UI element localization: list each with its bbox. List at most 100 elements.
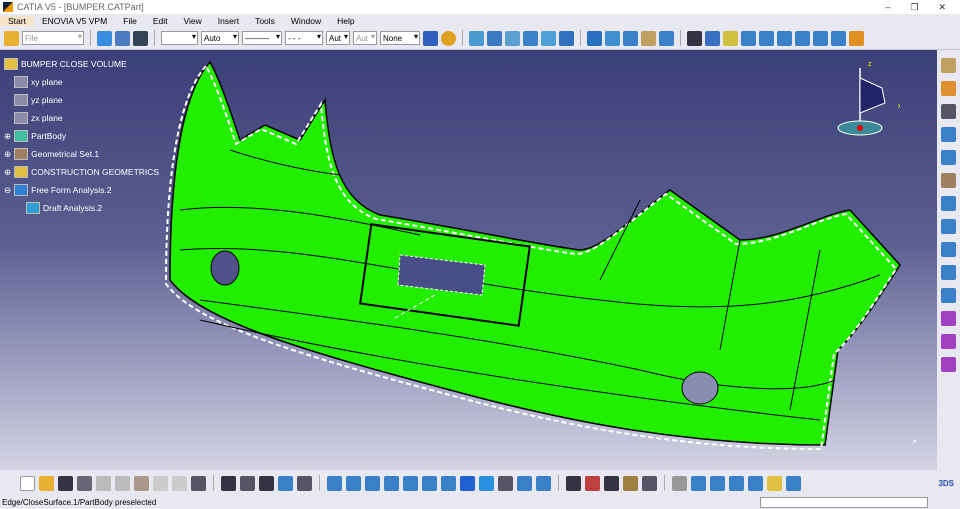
join-icon[interactable] bbox=[587, 30, 602, 46]
multi-view-icon[interactable] bbox=[460, 475, 475, 491]
expand-icon[interactable]: ⊕ bbox=[4, 167, 11, 178]
split-icon[interactable] bbox=[605, 30, 620, 46]
paste-icon[interactable] bbox=[134, 475, 149, 491]
analysis-tool-icon[interactable] bbox=[604, 475, 619, 491]
dimension-icon[interactable] bbox=[585, 475, 600, 491]
fly-mode-icon[interactable] bbox=[327, 475, 342, 491]
sweep-icon[interactable] bbox=[523, 30, 538, 46]
menu-window[interactable]: Window bbox=[283, 16, 329, 26]
line-type-combo[interactable]: ——— bbox=[242, 31, 282, 45]
graph-icon[interactable] bbox=[115, 30, 130, 46]
tree-item-xy-plane[interactable]: xy plane bbox=[4, 73, 159, 91]
offset-icon[interactable] bbox=[941, 219, 956, 234]
tree-item-draft-analysis[interactable]: Draft Analysis.2 bbox=[4, 199, 159, 217]
axis-system-icon[interactable] bbox=[813, 30, 828, 46]
layer-combo-2[interactable]: Aut bbox=[353, 31, 377, 45]
fill-icon[interactable] bbox=[541, 30, 556, 46]
hierarchy-icon[interactable] bbox=[278, 475, 293, 491]
menu-tools[interactable]: Tools bbox=[247, 16, 283, 26]
expand-icon[interactable]: ⊕ bbox=[4, 149, 11, 160]
color-combo[interactable] bbox=[161, 31, 198, 45]
formula-icon[interactable] bbox=[221, 475, 236, 491]
tree-item-construction-geometrics[interactable]: ⊕ CONSTRUCTION GEOMETRICS bbox=[4, 163, 159, 181]
intersection-icon[interactable] bbox=[759, 30, 774, 46]
collapse-icon[interactable]: ⊖ bbox=[4, 185, 11, 196]
save-icon[interactable] bbox=[58, 475, 73, 491]
tree-item-partbody[interactable]: ⊕ PartBody bbox=[4, 127, 159, 145]
blend-icon[interactable] bbox=[941, 242, 956, 257]
swap-space-icon[interactable] bbox=[536, 475, 551, 491]
rotate-icon[interactable] bbox=[384, 475, 399, 491]
menu-start[interactable]: Start bbox=[0, 15, 34, 26]
menu-insert[interactable]: Insert bbox=[210, 16, 247, 26]
spline-icon[interactable] bbox=[795, 30, 810, 46]
open-icon[interactable] bbox=[39, 475, 54, 491]
highlight-icon[interactable] bbox=[767, 475, 782, 491]
open-folder-icon[interactable] bbox=[4, 30, 19, 46]
layer-icon[interactable] bbox=[786, 475, 801, 491]
whats-this-icon[interactable] bbox=[133, 30, 148, 46]
snap-icon[interactable] bbox=[672, 475, 687, 491]
select-arrow-icon[interactable] bbox=[941, 81, 956, 96]
pattern-icon[interactable] bbox=[941, 288, 956, 303]
curve-icon[interactable] bbox=[941, 150, 956, 165]
volume-icon[interactable] bbox=[941, 334, 956, 349]
dash-type-combo[interactable]: - - - bbox=[285, 31, 323, 45]
tree-item-geometrical-set[interactable]: ⊕ Geometrical Set.1 bbox=[4, 145, 159, 163]
tree-root[interactable]: BUMPER CLOSE VOLUME bbox=[4, 55, 159, 73]
whats-this-icon[interactable] bbox=[191, 475, 206, 491]
catalog-icon[interactable] bbox=[566, 475, 581, 491]
properties-icon[interactable] bbox=[441, 30, 456, 46]
revolve-icon[interactable] bbox=[505, 30, 520, 46]
material-icon[interactable] bbox=[623, 475, 638, 491]
thick-icon[interactable] bbox=[941, 357, 956, 372]
normal-view-icon[interactable] bbox=[441, 475, 456, 491]
knowledge-icon[interactable] bbox=[240, 475, 255, 491]
command-input[interactable] bbox=[760, 497, 928, 508]
minimize-button[interactable]: – bbox=[885, 2, 890, 13]
circle-icon[interactable] bbox=[777, 30, 792, 46]
pan-icon[interactable] bbox=[365, 475, 380, 491]
table-icon[interactable] bbox=[259, 475, 274, 491]
menu-view[interactable]: View bbox=[176, 16, 210, 26]
paintbrush-icon[interactable] bbox=[423, 30, 438, 46]
redo-icon[interactable] bbox=[172, 475, 187, 491]
tree-item-zx-plane[interactable]: zx plane bbox=[4, 109, 159, 127]
projection-icon[interactable] bbox=[741, 30, 756, 46]
measure-icon[interactable] bbox=[297, 475, 312, 491]
line-icon[interactable] bbox=[705, 30, 720, 46]
render-style-icon[interactable] bbox=[498, 475, 513, 491]
fit-all-icon[interactable] bbox=[346, 475, 361, 491]
expand-icon[interactable]: ⊕ bbox=[4, 131, 11, 142]
tree-item-yz-plane[interactable]: yz plane bbox=[4, 91, 159, 109]
print-icon[interactable] bbox=[77, 475, 92, 491]
bumper-surface[interactable] bbox=[169, 60, 901, 446]
menu-edit[interactable]: Edit bbox=[145, 16, 176, 26]
fillet-icon[interactable] bbox=[641, 30, 656, 46]
restore-button[interactable]: ❐ bbox=[910, 2, 918, 13]
grid-icon[interactable] bbox=[831, 30, 846, 46]
loft-icon[interactable] bbox=[559, 30, 574, 46]
extrude-icon[interactable] bbox=[487, 30, 502, 46]
iso-view-icon[interactable] bbox=[479, 475, 494, 491]
layer-name-combo[interactable]: None bbox=[380, 31, 420, 45]
constraint-icon[interactable] bbox=[941, 173, 956, 188]
layer-combo-1[interactable]: Aut bbox=[326, 31, 350, 45]
surface-icon[interactable] bbox=[941, 196, 956, 211]
plane-icon[interactable] bbox=[723, 30, 738, 46]
undo-icon[interactable] bbox=[153, 475, 168, 491]
cut-icon[interactable] bbox=[96, 475, 111, 491]
wireframe-icon[interactable] bbox=[941, 127, 956, 142]
sketcher-icon[interactable] bbox=[941, 58, 956, 73]
sketch-icon[interactable] bbox=[469, 30, 484, 46]
camera-icon[interactable] bbox=[642, 475, 657, 491]
extract-icon[interactable] bbox=[941, 265, 956, 280]
law-icon[interactable] bbox=[941, 311, 956, 326]
tools-icon[interactable] bbox=[941, 104, 956, 119]
thickness-combo[interactable]: Auto bbox=[201, 31, 239, 45]
menu-file[interactable]: File bbox=[115, 16, 145, 26]
point-icon[interactable] bbox=[687, 30, 702, 46]
copy-icon[interactable] bbox=[115, 475, 130, 491]
sketch-analysis-icon[interactable] bbox=[849, 30, 864, 46]
hide-show-icon[interactable] bbox=[517, 475, 532, 491]
